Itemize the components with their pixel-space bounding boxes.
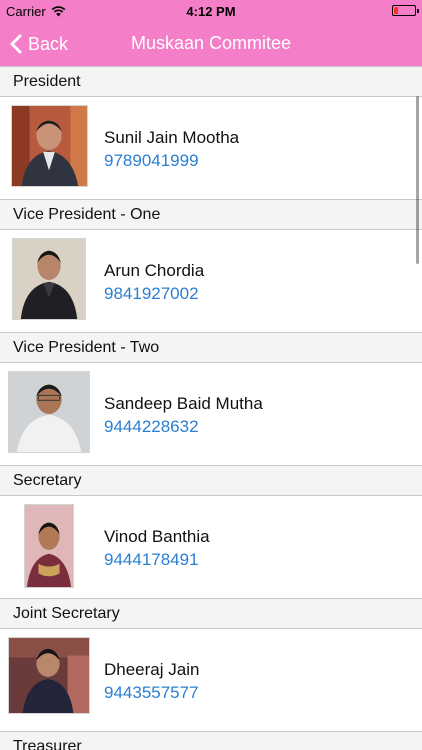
app-header: Carrier 4:12 PM Back Muskaan Commitee [0,0,422,66]
member-phone-link[interactable]: 9444178491 [104,550,199,570]
member-photo [12,238,86,320]
page-title: Muskaan Commitee [130,33,292,53]
status-time: 4:12 PM [186,4,236,19]
member-phone-link[interactable]: 9841927002 [104,284,199,304]
section-title: Joint Secretary [13,604,120,622]
section-header-secretary: Secretary [0,465,422,496]
member-row-vice-president-one[interactable]: Arun Chordia 9841927002 [0,230,422,332]
status-bar: Carrier 4:12 PM [0,0,422,22]
member-photo [24,504,74,588]
section-header-president: President [0,66,422,97]
section-header-joint-secretary: Joint Secretary [0,598,422,629]
member-name: Vinod Banthia [104,527,210,546]
member-name: Dheeraj Jain [104,660,200,679]
section-title: Vice President - One [13,205,161,223]
section-title: President [13,72,81,90]
section-header-vice-president-two: Vice President - Two [0,332,422,363]
section-header-treasurer: Treasurer [0,731,422,750]
member-phone-link[interactable]: 9444228632 [104,417,199,437]
battery-icon [392,5,419,16]
nav-bar: Back Muskaan Commitee [0,22,422,66]
member-photo [8,371,90,453]
section-title: Vice President - Two [13,338,160,356]
section-header-vice-president-one: Vice President - One [0,199,422,230]
member-name: Sandeep Baid Mutha [104,394,263,413]
committee-list[interactable]: President Sunil Jain Mootha 9789041999 V… [0,66,422,750]
member-photo [11,105,88,187]
section-title: Secretary [13,471,82,489]
scroll-indicator[interactable] [416,96,419,264]
member-name: Arun Chordia [104,261,205,280]
member-row-president[interactable]: Sunil Jain Mootha 9789041999 [0,97,422,199]
member-row-vice-president-two[interactable]: Sandeep Baid Mutha 9444228632 [0,363,422,465]
member-phone-link[interactable]: 9789041999 [104,151,199,171]
member-name: Sunil Jain Mootha [104,128,240,147]
section-title: Treasurer [13,737,82,750]
member-phone-link[interactable]: 9443557577 [104,683,199,703]
member-row-joint-secretary[interactable]: Dheeraj Jain 9443557577 [0,629,422,731]
member-photo [8,637,90,714]
member-row-secretary[interactable]: Vinod Banthia 9444178491 [0,496,422,598]
